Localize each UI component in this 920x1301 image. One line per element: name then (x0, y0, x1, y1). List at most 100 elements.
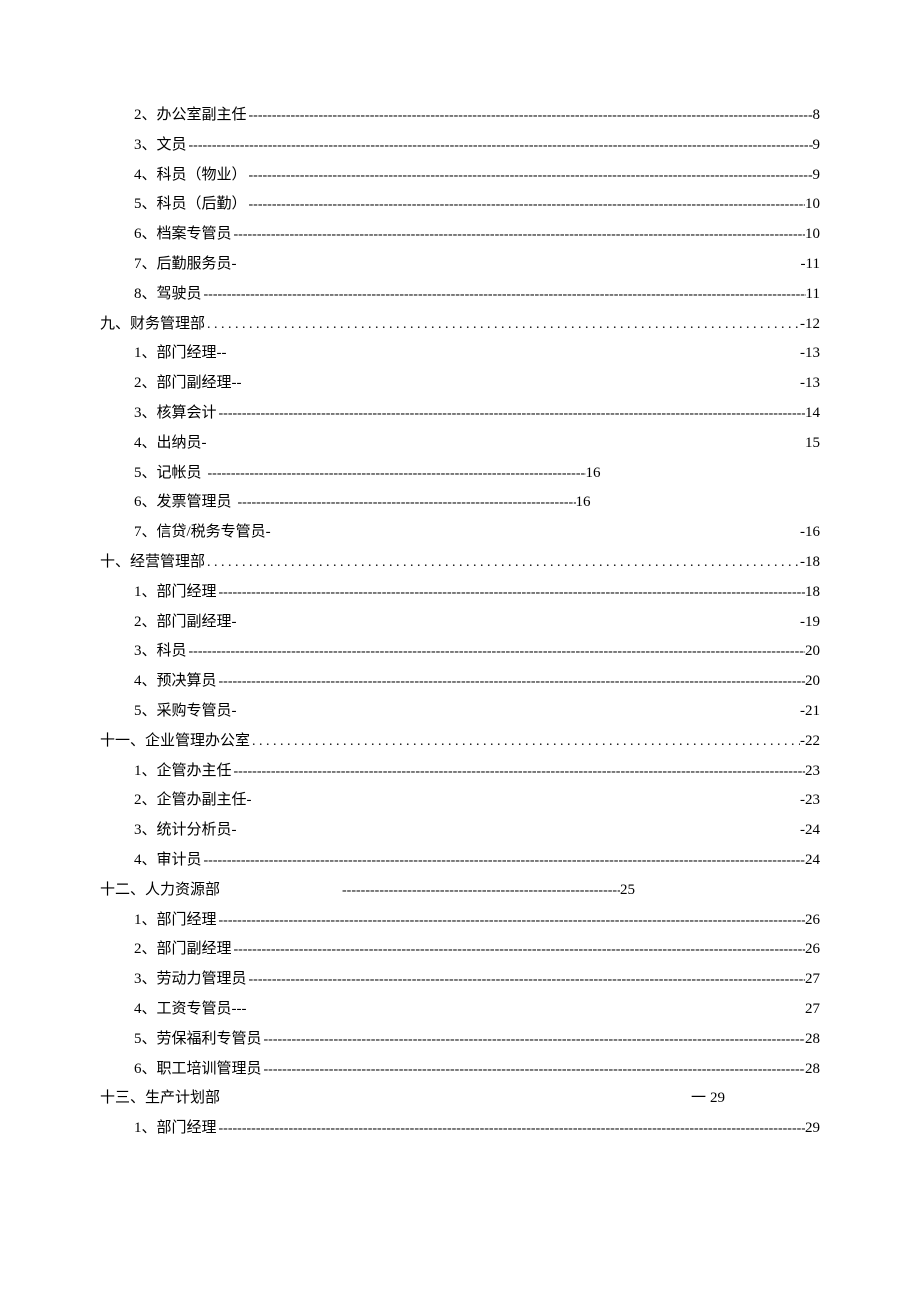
toc-leader (340, 884, 620, 898)
toc-page-number: -24 (800, 823, 820, 838)
toc-label: 2、部门副经理-- (134, 376, 242, 391)
toc-label: 6、档案专管员 (134, 227, 232, 242)
toc-leader (217, 1122, 805, 1136)
toc-page-number: 25 (620, 883, 635, 898)
toc-sub-row: 2、办公室副主任 8 (100, 108, 820, 123)
toc-page-number: -11 (801, 257, 820, 272)
toc-label: 1、部门经理 (134, 913, 217, 928)
toc-sub-row: 5、记帐员 16 (100, 466, 820, 481)
toc-leader (232, 228, 805, 242)
toc-dash-prefix: 一 (691, 1091, 706, 1106)
toc-sub-row: 4、出纳员- 15 (100, 436, 820, 451)
toc-page-number: 26 (805, 942, 820, 957)
toc-page-number: 16 (586, 466, 601, 481)
toc-page-number: 29 (805, 1121, 820, 1136)
toc-label: 2、办公室副主任 (134, 108, 247, 123)
toc-page-number: 29 (710, 1091, 725, 1106)
toc-label: 3、文员 (134, 138, 187, 153)
toc-sub-row: 1、部门经理---13 (100, 346, 820, 361)
toc-page-number: -16 (800, 525, 820, 540)
toc-leader (236, 496, 576, 510)
toc-label: 8、驾驶员 (134, 287, 202, 302)
toc-label: 1、企管办主任 (134, 764, 232, 779)
toc-sub-row: 6、职工培训管理员28 (100, 1062, 820, 1077)
toc-label: 2、部门副经理- (134, 615, 237, 630)
toc-page-number: 28 (805, 1032, 820, 1047)
toc-leader (217, 675, 805, 689)
toc-leader (217, 914, 805, 928)
toc-page-number: -18 (800, 555, 820, 570)
toc-leader (202, 288, 806, 302)
toc-sub-row: 8、驾驶员 11 (100, 287, 820, 302)
toc-sub-row: 4、工资专管员---27 (100, 1002, 820, 1017)
toc-label: 5、科员（后勤） (134, 197, 247, 212)
toc-page-number: 15 (805, 436, 820, 451)
toc-sub-row: 5、科员（后勤） 10 (100, 197, 820, 212)
toc-leader (187, 139, 813, 153)
toc-page-number: -21 (800, 704, 820, 719)
toc-sub-row: 5、劳保福利专管员 28 (100, 1032, 820, 1047)
toc-page-number: 10 (805, 197, 820, 212)
toc-label: 十、经营管理部 (100, 555, 205, 570)
toc-label: 4、审计员 (134, 853, 202, 868)
toc-section-row: 十二、人力资源部25 (100, 883, 820, 898)
toc-leader (187, 645, 805, 659)
toc-label: 十三、生产计划部 (100, 1091, 220, 1106)
toc-leader (202, 854, 805, 868)
toc-label: 6、职工培训管理员 (134, 1062, 262, 1077)
toc-page-number: 9 (813, 168, 821, 183)
toc-page-number: 14 (805, 406, 820, 421)
toc-leader (206, 467, 586, 481)
toc-page-number: 10 (805, 227, 820, 242)
toc-label: 九、财务管理部 (100, 317, 205, 332)
toc-sub-row: 2、企管办副主任- -23 (100, 793, 820, 808)
toc-sub-row: 4、科员（物业） 9 (100, 168, 820, 183)
toc-page-number: 24 (805, 853, 820, 868)
toc-page-number: -13 (800, 376, 820, 391)
toc-page-number: 11 (806, 287, 820, 302)
toc-leader (217, 407, 805, 421)
toc-page-number: 18 (805, 585, 820, 600)
toc-sub-row: 5、采购专管员--21 (100, 704, 820, 719)
toc-leader (247, 198, 805, 212)
toc-leader (247, 169, 813, 183)
toc-label: 3、劳动力管理员 (134, 972, 247, 987)
toc-sub-row: 2、部门副经理-- -13 (100, 376, 820, 391)
toc-sub-row: 7、后勤服务员--11 (100, 257, 820, 272)
toc-sub-row: 1、部门经理 29 (100, 1121, 820, 1136)
toc-leader (205, 318, 800, 332)
toc-page-number: 8 (813, 108, 821, 123)
toc-label: 3、科员 (134, 644, 187, 659)
toc-page-number: -23 (800, 793, 820, 808)
toc-leader (262, 1063, 805, 1077)
toc-page-number: 23 (805, 764, 820, 779)
toc-leader (247, 973, 805, 987)
toc-label: 6、发票管理员 (134, 495, 232, 510)
toc-sub-row: 3、科员20 (100, 644, 820, 659)
toc-label: 5、劳保福利专管员 (134, 1032, 262, 1047)
toc-sub-row: 2、部门副经理26 (100, 942, 820, 957)
toc-leader (262, 1033, 805, 1047)
toc-label: 4、预决算员 (134, 674, 217, 689)
toc-leader (232, 943, 805, 957)
toc-label: 2、企管办副主任- (134, 793, 252, 808)
toc-sub-row: 4、审计员 24 (100, 853, 820, 868)
toc-label: 5、记帐员 (134, 466, 202, 481)
toc-sub-row: 3、核算会计 14 (100, 406, 820, 421)
toc-label: 4、工资专管员--- (134, 1002, 247, 1017)
toc-sub-row: 4、预决算员20 (100, 674, 820, 689)
toc-sub-row: 3、统计分析员--24 (100, 823, 820, 838)
toc-page-number: -12 (800, 317, 820, 332)
toc-leader (250, 735, 800, 749)
toc-label: 4、出纳员- (134, 436, 207, 451)
toc-label: 1、部门经理 (134, 585, 217, 600)
toc-sub-row: 6、发票管理员16 (100, 495, 820, 510)
toc-label: 1、部门经理 (134, 1121, 217, 1136)
toc-label: 3、核算会计 (134, 406, 217, 421)
toc-section-row: 九、财务管理部 -12 (100, 317, 820, 332)
toc-label: 4、科员（物业） (134, 168, 247, 183)
toc-page-number: -19 (800, 615, 820, 630)
toc-sub-row: 7、信贷/税务专管员--16 (100, 525, 820, 540)
toc-sub-row: 2、部门副经理- -19 (100, 615, 820, 630)
toc-section-row: 十一、企业管理办公室-22 (100, 734, 820, 749)
